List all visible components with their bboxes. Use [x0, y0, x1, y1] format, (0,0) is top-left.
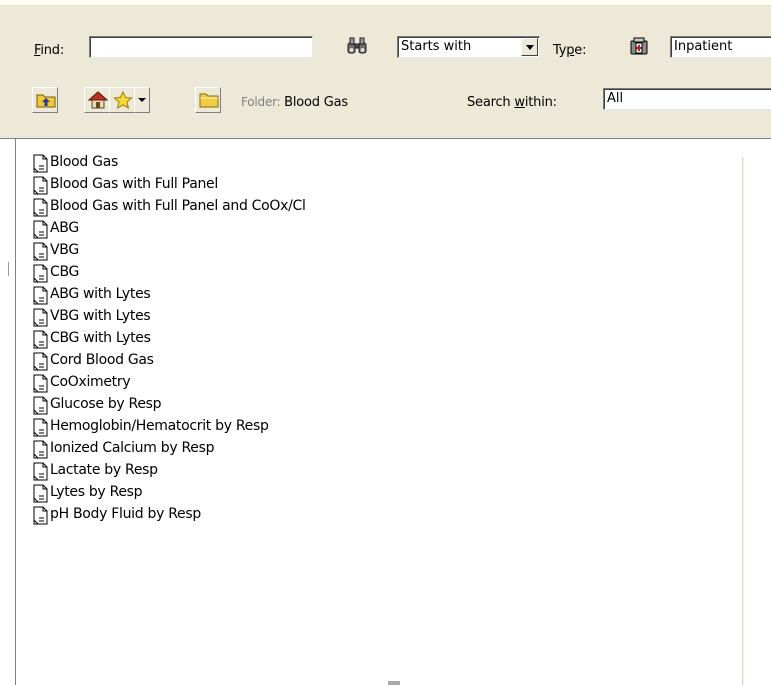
list-item-label: Cord Blood Gas	[50, 352, 154, 368]
list-item-label: CBG with Lytes	[50, 330, 151, 346]
search-within-label-pre: Search	[467, 95, 515, 110]
type-label-pre: Ty	[553, 43, 567, 58]
document-icon	[33, 352, 48, 371]
chevron-down-icon	[138, 98, 146, 102]
document-icon	[33, 418, 48, 437]
list-item-label: CBG	[50, 264, 80, 280]
list-item[interactable]: pH Body Fluid by Resp	[33, 503, 306, 525]
list-item-label: ABG with Lytes	[50, 286, 151, 302]
list-item[interactable]: Hemoglobin/Hematocrit by Resp	[33, 415, 306, 437]
list-scrollbar[interactable]	[742, 157, 744, 685]
folder-name: Blood Gas	[284, 95, 348, 110]
list-item-label: Ionized Calcium by Resp	[50, 440, 215, 456]
document-icon	[33, 506, 48, 525]
list-item[interactable]: Ionized Calcium by Resp	[33, 437, 306, 459]
list-item[interactable]: CBG with Lytes	[33, 327, 306, 349]
list-item-label: Hemoglobin/Hematocrit by Resp	[50, 418, 269, 434]
list-item-label: Glucose by Resp	[50, 396, 162, 412]
document-icon	[33, 308, 48, 327]
document-icon	[33, 374, 48, 393]
list-item[interactable]: Cord Blood Gas	[33, 349, 306, 371]
list-item[interactable]: VBG	[33, 239, 306, 261]
medical-kit-icon	[626, 33, 652, 59]
search-within-label-accel: w	[514, 95, 525, 110]
list-item-label: Blood Gas	[50, 154, 118, 170]
favorites-button[interactable]	[109, 87, 135, 113]
list-item-label: VBG with Lytes	[50, 308, 151, 324]
toolbar-top-edge	[0, 0, 771, 6]
type-select[interactable]: Inpatient	[670, 36, 771, 58]
search-within-value: All	[607, 91, 624, 106]
list-item[interactable]: ABG with Lytes	[33, 283, 306, 305]
folder-label-text: Folder:	[241, 95, 281, 109]
document-icon	[33, 462, 48, 481]
list-item-label: Lactate by Resp	[50, 462, 158, 478]
folder-icon	[199, 93, 219, 108]
list-item-label: Blood Gas with Full Panel	[50, 176, 218, 192]
find-label-rest: ind:	[40, 43, 65, 58]
document-icon	[33, 220, 48, 239]
type-label: Type:	[553, 43, 586, 58]
document-icon	[33, 330, 48, 349]
type-value: Inpatient	[674, 39, 733, 54]
document-icon	[33, 154, 48, 173]
list-item[interactable]: Lytes by Resp	[33, 481, 306, 503]
list-item-label: Blood Gas with Full Panel and CoOx/Cl	[50, 198, 306, 214]
document-icon	[33, 440, 48, 459]
folder-button[interactable]	[195, 87, 221, 113]
document-icon	[33, 176, 48, 195]
home-button[interactable]	[84, 87, 110, 113]
list-item[interactable]: CBG	[33, 261, 306, 283]
list-item[interactable]: Blood Gas	[33, 151, 306, 173]
star-icon	[113, 91, 133, 109]
document-icon	[33, 396, 48, 415]
list-item[interactable]: Lactate by Resp	[33, 459, 306, 481]
list-item-label: VBG	[50, 242, 79, 258]
document-icon	[33, 484, 48, 503]
splitter-mark	[8, 262, 9, 276]
search-within-select[interactable]: All	[603, 88, 771, 110]
results-list: Blood Gas Blood Gas with Full Panel Blood …	[33, 151, 306, 525]
resize-grip[interactable]	[388, 681, 400, 685]
document-icon	[33, 242, 48, 261]
list-item-label: ABG	[50, 220, 79, 236]
type-label-post: e:	[574, 43, 587, 58]
list-item[interactable]: Blood Gas with Full Panel	[33, 173, 306, 195]
home-icon	[88, 91, 108, 109]
document-icon	[33, 198, 48, 217]
match-mode-value: Starts with	[401, 39, 472, 54]
list-item-label: pH Body Fluid by Resp	[50, 506, 201, 522]
chevron-down-icon[interactable]	[521, 38, 538, 56]
folder-up-button[interactable]	[32, 87, 58, 113]
folder-up-icon	[36, 94, 56, 108]
favorites-dropdown[interactable]	[134, 87, 150, 113]
folder-label: Folder: Blood Gas	[241, 95, 348, 110]
list-item[interactable]: VBG with Lytes	[33, 305, 306, 327]
binoculars-icon[interactable]	[344, 34, 370, 60]
list-item[interactable]: Glucose by Resp	[33, 393, 306, 415]
list-item[interactable]: ABG	[33, 217, 306, 239]
list-item-label: Lytes by Resp	[50, 484, 143, 500]
document-icon	[33, 264, 48, 283]
list-item[interactable]: Blood Gas with Full Panel and CoOx/Cl	[33, 195, 306, 217]
match-mode-select[interactable]: Starts with	[397, 36, 540, 58]
find-input[interactable]	[89, 36, 313, 58]
search-within-label: Search within:	[467, 95, 557, 110]
find-label: Find:	[34, 43, 64, 58]
list-item[interactable]: CoOximetry	[33, 371, 306, 393]
list-item-label: CoOximetry	[50, 374, 131, 390]
search-toolbar: Find: Starts with Type: Inpatient Folder…	[0, 0, 771, 139]
document-icon	[33, 286, 48, 305]
search-within-label-post: ithin:	[524, 95, 557, 110]
